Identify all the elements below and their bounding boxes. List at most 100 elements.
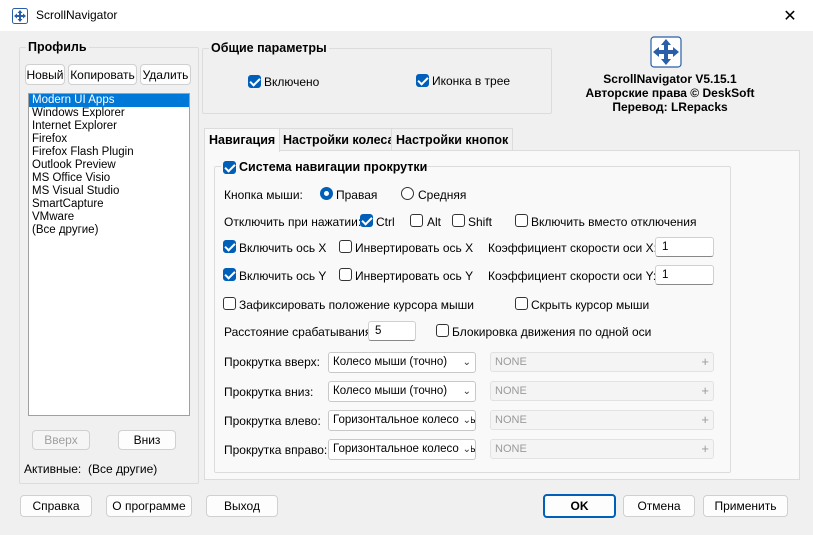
general-group-title: Общие параметры — [209, 41, 329, 55]
shift-label: Shift — [468, 215, 493, 229]
shift-checkbox[interactable] — [452, 214, 465, 227]
scroll-navigation-label: Система навигации прокрутки — [239, 160, 428, 174]
chevron-down-icon: ⌄ — [460, 411, 471, 430]
list-item[interactable]: Outlook Preview — [29, 159, 189, 172]
list-item[interactable]: MS Visual Studio — [29, 185, 189, 198]
plus-icon: + — [701, 412, 709, 427]
profile-group-title: Профиль — [26, 40, 89, 54]
close-icon[interactable]: ✕ — [767, 0, 813, 31]
ok-button[interactable]: OK — [543, 494, 616, 518]
radio-right-button[interactable] — [320, 187, 333, 200]
about-button[interactable]: О программе — [106, 495, 192, 517]
move-down-button[interactable]: Вниз — [118, 430, 176, 450]
title-bar: ScrollNavigator ✕ — [0, 0, 813, 31]
lock-axis-checkbox[interactable] — [436, 324, 449, 337]
lock-axis-label: Блокировка движения по одной оси — [452, 325, 652, 339]
copyright-text: Авторские права © DeskSoft — [585, 86, 755, 100]
move-up-button[interactable]: Вверх — [32, 430, 90, 450]
speed-y-label: Коэффициент скорости оси Y: — [488, 269, 657, 283]
window-title: ScrollNavigator — [36, 8, 118, 22]
hide-cursor-label: Скрыть курсор мыши — [531, 298, 650, 312]
chevron-down-icon: ⌄ — [460, 382, 471, 401]
axis-x-checkbox[interactable] — [223, 240, 236, 253]
fix-cursor-checkbox[interactable] — [223, 297, 236, 310]
about-block: ScrollNavigator V5.15.1 Авторские права … — [560, 72, 780, 114]
scroll-left-select[interactable]: Горизонтальное колесо мыши⌄ — [328, 410, 476, 431]
list-item[interactable]: MS Office Visio — [29, 172, 189, 185]
ctrl-checkbox[interactable] — [360, 214, 373, 227]
apply-button[interactable]: Применить — [703, 495, 788, 517]
scroll-down-select[interactable]: Колесо мыши (точно) ⌄ — [328, 381, 476, 402]
radio-right-label: Правая — [336, 188, 378, 202]
invert-x-label: Инвертировать ось X — [355, 241, 474, 255]
list-item[interactable]: Modern UI Apps — [29, 94, 189, 107]
invert-y-label: Инвертировать ось Y — [355, 269, 474, 283]
cancel-button[interactable]: Отмена — [623, 495, 695, 517]
profile-list[interactable]: Modern UI Apps Windows Explorer Internet E… — [28, 93, 190, 416]
invert-y-checkbox[interactable] — [339, 268, 352, 281]
version-text: ScrollNavigator V5.15.1 — [603, 72, 737, 86]
translation-text: Перевод: LRepacks — [612, 100, 728, 114]
scroll-left-shortcut-value: NONE — [495, 414, 527, 426]
alt-label: Alt — [427, 215, 442, 229]
chevron-down-icon: ⌄ — [460, 440, 471, 459]
scroll-up-label: Прокрутка вверх: — [224, 355, 320, 369]
scroll-up-shortcut: NONE + — [490, 352, 714, 372]
axis-y-checkbox[interactable] — [223, 268, 236, 281]
tray-icon-label: Иконка в трее — [432, 74, 511, 88]
distance-label: Расстояние срабатывания: — [224, 325, 375, 339]
radio-middle-label: Средняя — [418, 188, 467, 202]
radio-middle-button[interactable] — [401, 187, 414, 200]
speed-x-label: Коэффициент скорости оси X: — [488, 241, 657, 255]
ctrl-label: Ctrl — [376, 215, 395, 229]
exit-button[interactable]: Выход — [206, 495, 278, 517]
scroll-down-value: Колесо мыши (точно) — [333, 385, 448, 397]
scroll-up-select[interactable]: Колесо мыши (точно) ⌄ — [328, 352, 476, 373]
scroll-navigation-checkbox[interactable] — [223, 161, 236, 174]
scroll-up-value: Колесо мыши (точно) — [333, 356, 448, 368]
app-logo — [650, 36, 682, 68]
disable-on-press-label: Отключить при нажатии: — [224, 215, 362, 229]
new-profile-button[interactable]: Новый — [25, 64, 65, 85]
list-item[interactable]: Firefox Flash Plugin — [29, 146, 189, 159]
tray-icon-checkbox[interactable] — [416, 74, 429, 87]
list-item[interactable]: (Все другие) — [29, 224, 189, 237]
scroll-left-shortcut: NONE + — [490, 410, 714, 430]
help-button[interactable]: Справка — [20, 495, 92, 517]
list-item[interactable]: Internet Explorer — [29, 120, 189, 133]
alt-checkbox[interactable] — [410, 214, 423, 227]
distance-input[interactable]: 5 — [368, 321, 416, 341]
scroll-right-label: Прокрутка вправо: — [224, 443, 328, 457]
tab-button-settings[interactable]: Настройки кнопок — [391, 128, 514, 151]
invert-x-checkbox[interactable] — [339, 240, 352, 253]
scroll-right-shortcut: NONE + — [490, 439, 714, 459]
list-item[interactable]: Windows Explorer — [29, 107, 189, 120]
enable-instead-label: Включить вместо отключения — [531, 215, 697, 229]
scroll-down-shortcut-value: NONE — [495, 385, 527, 397]
speed-x-input[interactable]: 1 — [655, 237, 714, 257]
enable-instead-checkbox[interactable] — [515, 214, 528, 227]
hide-cursor-checkbox[interactable] — [515, 297, 528, 310]
list-item[interactable]: SmartCapture — [29, 198, 189, 211]
plus-icon: + — [701, 441, 709, 456]
tab-navigation[interactable]: Навигация — [204, 128, 281, 152]
speed-y-input[interactable]: 1 — [655, 265, 714, 285]
fix-cursor-label: Зафиксировать положение курсора мыши — [239, 298, 474, 312]
plus-icon: + — [701, 383, 709, 398]
copy-profile-button[interactable]: Копировать — [68, 64, 137, 85]
plus-icon: + — [701, 354, 709, 369]
scrollnavigator-window: ScrollNavigator ✕ Профиль Новый Копирова… — [0, 0, 813, 535]
scroll-right-shortcut-value: NONE — [495, 443, 527, 455]
active-value: (Все другие) — [88, 462, 158, 476]
list-item[interactable]: Firefox — [29, 133, 189, 146]
chevron-down-icon: ⌄ — [460, 353, 471, 372]
delete-profile-button[interactable]: Удалить — [140, 64, 191, 85]
list-item[interactable]: VMware — [29, 211, 189, 224]
scroll-left-label: Прокрутка влево: — [224, 414, 321, 428]
axis-x-label: Включить ось X — [239, 241, 327, 255]
tab-wheel-settings[interactable]: Настройки колеса — [278, 128, 400, 151]
scroll-up-shortcut-value: NONE — [495, 356, 527, 368]
scroll-right-select[interactable]: Горизонтальное колесо мыши⌄ — [328, 439, 476, 460]
enabled-checkbox[interactable] — [248, 75, 261, 88]
mouse-button-label: Кнопка мыши: — [224, 188, 303, 202]
